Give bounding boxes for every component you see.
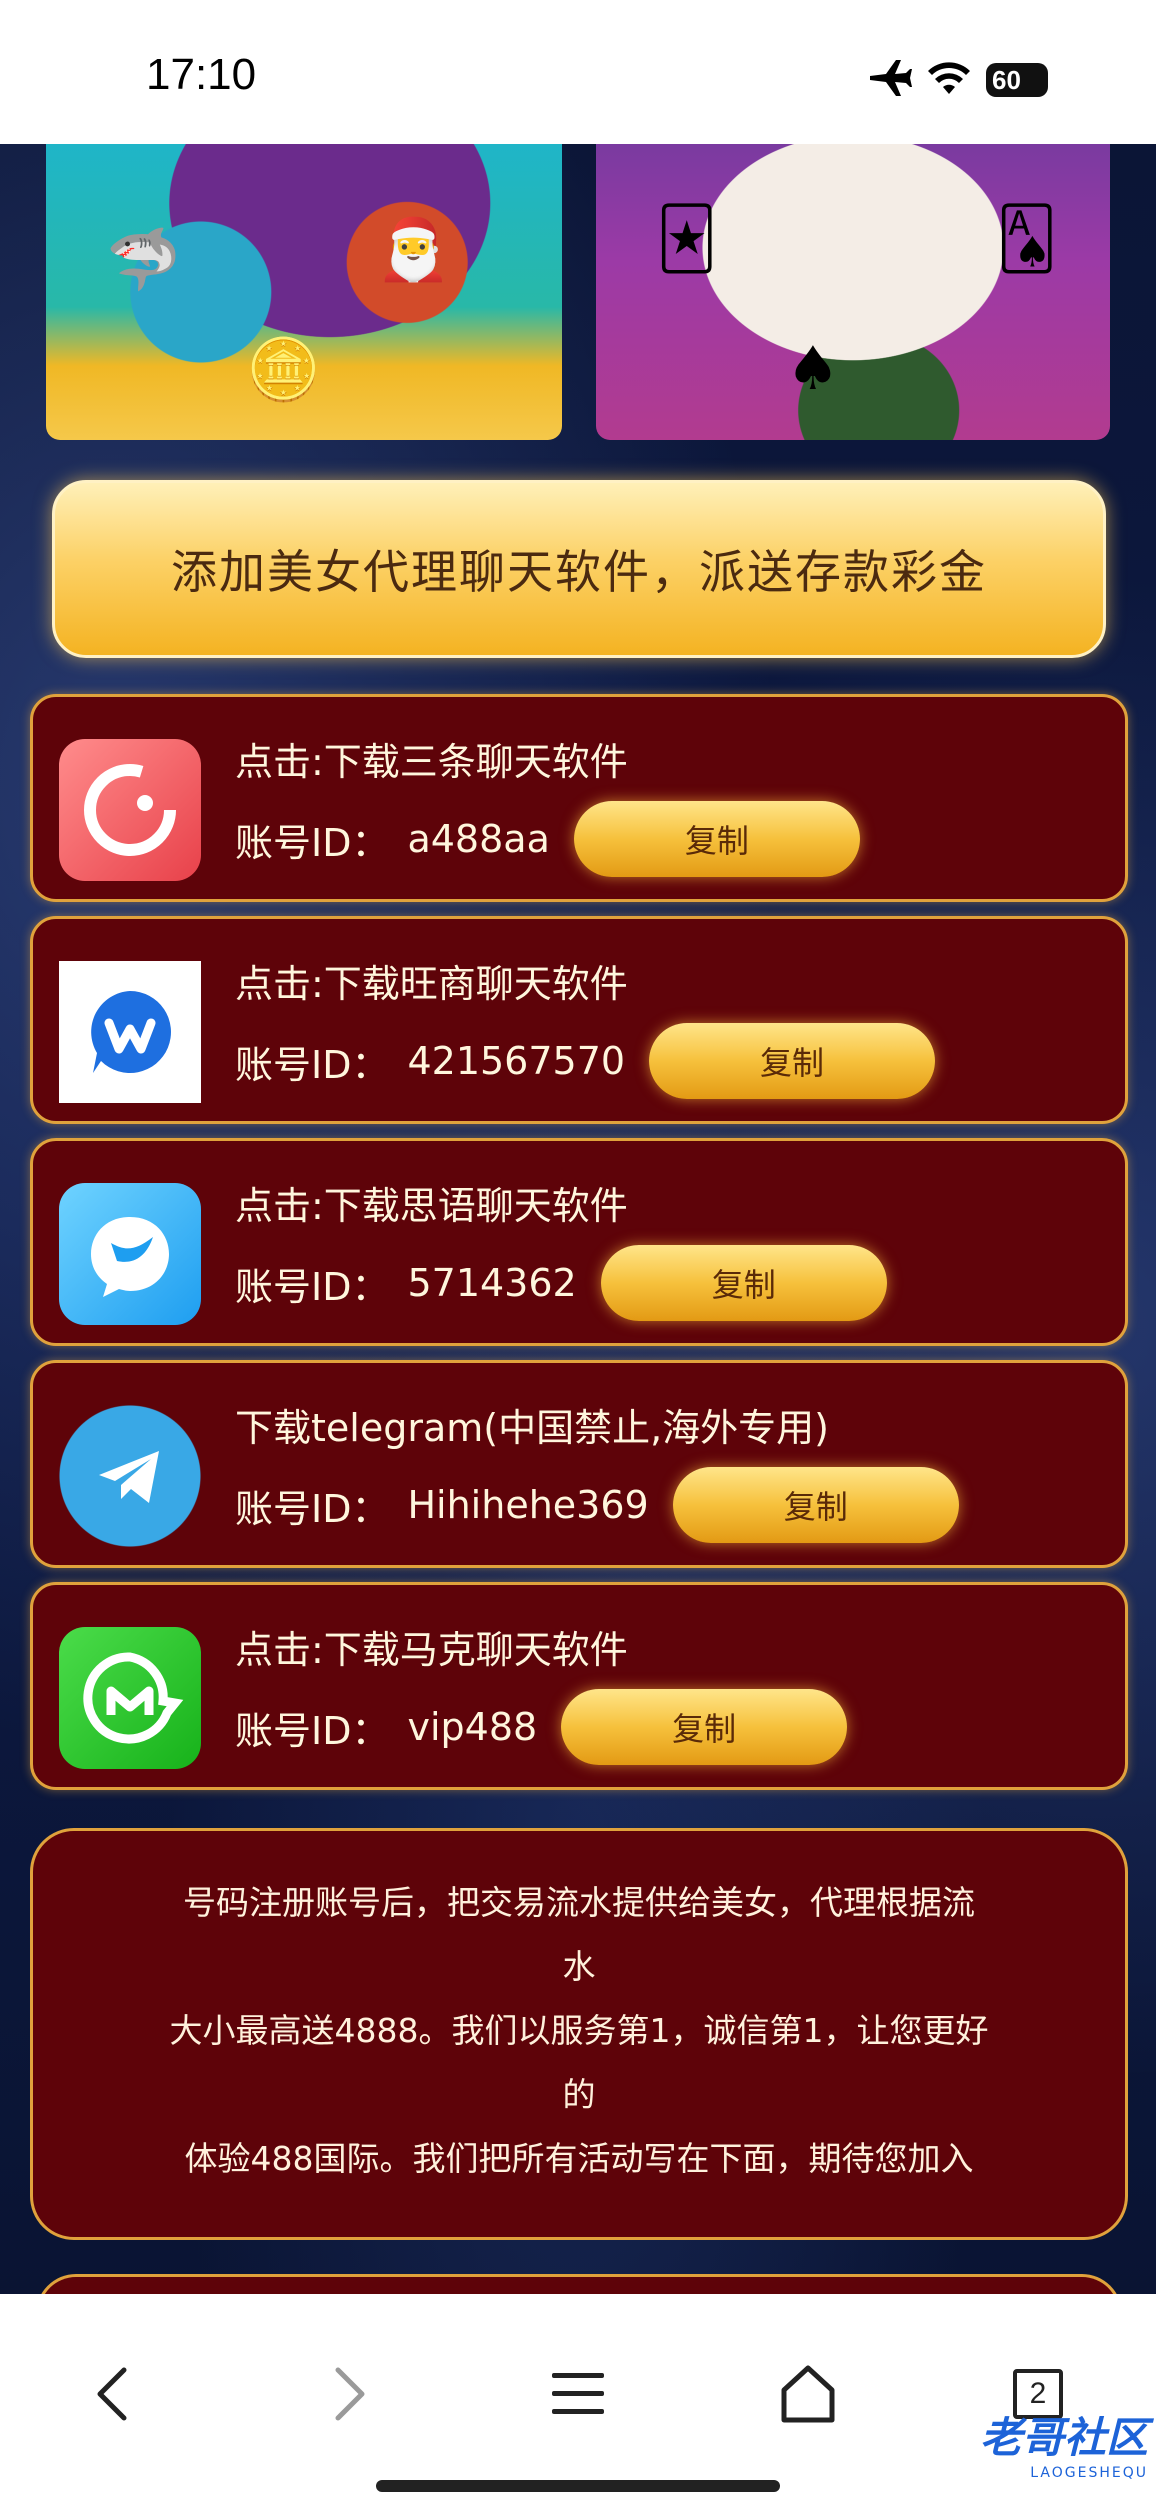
watermark-text: 老哥社区 bbox=[979, 2413, 1148, 2462]
info-line: 大小最高送4888。我们以服务第1，诚信第1，让您更好 bbox=[169, 2011, 989, 2050]
back-button[interactable] bbox=[72, 2354, 152, 2434]
wangshang-chat-icon[interactable] bbox=[59, 961, 201, 1103]
account-id: a488aa bbox=[407, 817, 550, 861]
app-card-siyu[interactable]: 点击:下载思语聊天软件 账号ID： 5714362 复制 bbox=[30, 1138, 1128, 1346]
info-line: 体验488国际。我们把所有活动写在下面，期待您加入 bbox=[184, 2139, 974, 2178]
next-section-card[interactable] bbox=[36, 2274, 1122, 2294]
app-card-wangshang[interactable]: 点击:下载旺商聊天软件 账号ID： 421567570 复制 bbox=[30, 916, 1128, 1124]
watermark-subtext: LAOGESHEQU bbox=[1030, 2465, 1148, 2481]
status-time: 17:10 bbox=[146, 50, 257, 99]
promo-text: 添加美女代理聊天软件，派送存款彩金 bbox=[171, 545, 987, 599]
info-box: 号码注册账号后，把交易流水提供给美女，代理根据流 水 大小最高送4888。我们以… bbox=[30, 1828, 1128, 2240]
account-id: 421567570 bbox=[407, 1039, 626, 1083]
copy-button[interactable]: 复制 bbox=[649, 1023, 936, 1099]
account-row: 账号ID： a488aa 复制 bbox=[235, 801, 860, 877]
cards-icon: 🂡 bbox=[996, 204, 1058, 274]
app-card-make[interactable]: 点击:下载马克聊天软件 账号ID： vip488 复制 bbox=[30, 1582, 1128, 1790]
game-banner-fish[interactable]: 🦈 🎅 🪙 bbox=[46, 144, 562, 440]
make-chat-icon[interactable] bbox=[59, 1627, 201, 1769]
home-icon bbox=[781, 2365, 835, 2423]
back-arrow-icon bbox=[97, 2367, 127, 2421]
account-row: 账号ID： 421567570 复制 bbox=[235, 1023, 936, 1099]
gold-coins-icon: 🪙 bbox=[246, 335, 321, 405]
copy-button[interactable]: 复制 bbox=[600, 1245, 887, 1321]
game-banner-poker[interactable]: 🃏 🂡 ♠ bbox=[596, 144, 1110, 440]
account-id: vip488 bbox=[407, 1705, 538, 1749]
promo-banner[interactable]: 添加美女代理聊天软件，派送存款彩金 bbox=[52, 480, 1106, 658]
account-label: 账号ID： bbox=[235, 1708, 390, 1753]
info-line: 水 bbox=[562, 1947, 596, 1986]
forward-button[interactable] bbox=[310, 2354, 390, 2434]
browser-bottom-nav: 2 老哥社区 LAOGESHEQU bbox=[0, 2294, 1156, 2510]
status-icons: 60 bbox=[868, 58, 1048, 102]
card-title[interactable]: 点击:下载三条聊天软件 bbox=[235, 731, 628, 786]
fortune-god-icon: 🎅 bbox=[376, 215, 451, 285]
airplane-icon bbox=[868, 58, 912, 102]
battery-indicator: 60 bbox=[986, 63, 1048, 97]
poker-chips-icon: ♠ bbox=[786, 334, 840, 404]
card-title[interactable]: 点击:下载马克聊天软件 bbox=[235, 1619, 628, 1674]
sanjiao-chat-icon[interactable] bbox=[59, 739, 201, 881]
account-label: 账号ID： bbox=[235, 1486, 390, 1531]
shark-icon: 🦈 bbox=[106, 225, 181, 295]
watermark-logo: 老哥社区 LAOGESHEQU bbox=[898, 2404, 1148, 2484]
page-content[interactable]: 🦈 🎅 🪙 🃏 🂡 ♠ 添加美女代理聊天软件，派送存款彩金 点击:下载三条聊天软… bbox=[0, 144, 1156, 2294]
account-row: 账号ID： 5714362 复制 bbox=[235, 1245, 887, 1321]
card-title[interactable]: 点击:下载旺商聊天软件 bbox=[235, 953, 628, 1008]
account-row: 账号ID： Hihihehe369 复制 bbox=[235, 1467, 959, 1543]
info-line: 的 bbox=[562, 2075, 596, 2114]
account-id: Hihihehe369 bbox=[407, 1483, 649, 1527]
card-title[interactable]: 下载telegram(中国禁止,海外专用) bbox=[235, 1397, 829, 1452]
account-label: 账号ID： bbox=[235, 1042, 390, 1087]
app-card-telegram[interactable]: 下载telegram(中国禁止,海外专用) 账号ID： Hihihehe369 … bbox=[30, 1360, 1128, 1568]
account-label: 账号ID： bbox=[235, 820, 390, 865]
app-card-sanjiao[interactable]: 点击:下载三条聊天软件 账号ID： a488aa 复制 bbox=[30, 694, 1128, 902]
copy-button[interactable]: 复制 bbox=[573, 801, 860, 877]
status-bar: 17:10 60 bbox=[0, 0, 1156, 144]
siyu-chat-icon[interactable] bbox=[59, 1183, 201, 1325]
copy-button[interactable]: 复制 bbox=[672, 1467, 959, 1543]
telegram-icon[interactable] bbox=[59, 1405, 201, 1547]
wifi-icon bbox=[926, 60, 972, 100]
account-label: 账号ID： bbox=[235, 1264, 390, 1309]
account-id: 5714362 bbox=[407, 1261, 577, 1305]
menu-icon bbox=[552, 2373, 604, 2414]
forward-arrow-icon bbox=[335, 2367, 365, 2421]
home-indicator[interactable] bbox=[376, 2480, 780, 2492]
card-title[interactable]: 点击:下载思语聊天软件 bbox=[235, 1175, 628, 1230]
cards-icon: 🃏 bbox=[656, 204, 718, 274]
account-row: 账号ID： vip488 复制 bbox=[235, 1689, 848, 1765]
home-button[interactable] bbox=[768, 2354, 848, 2434]
info-line: 号码注册账号后，把交易流水提供给美女，代理根据流 bbox=[183, 1883, 975, 1922]
copy-button[interactable]: 复制 bbox=[561, 1689, 848, 1765]
menu-button[interactable] bbox=[538, 2354, 618, 2434]
